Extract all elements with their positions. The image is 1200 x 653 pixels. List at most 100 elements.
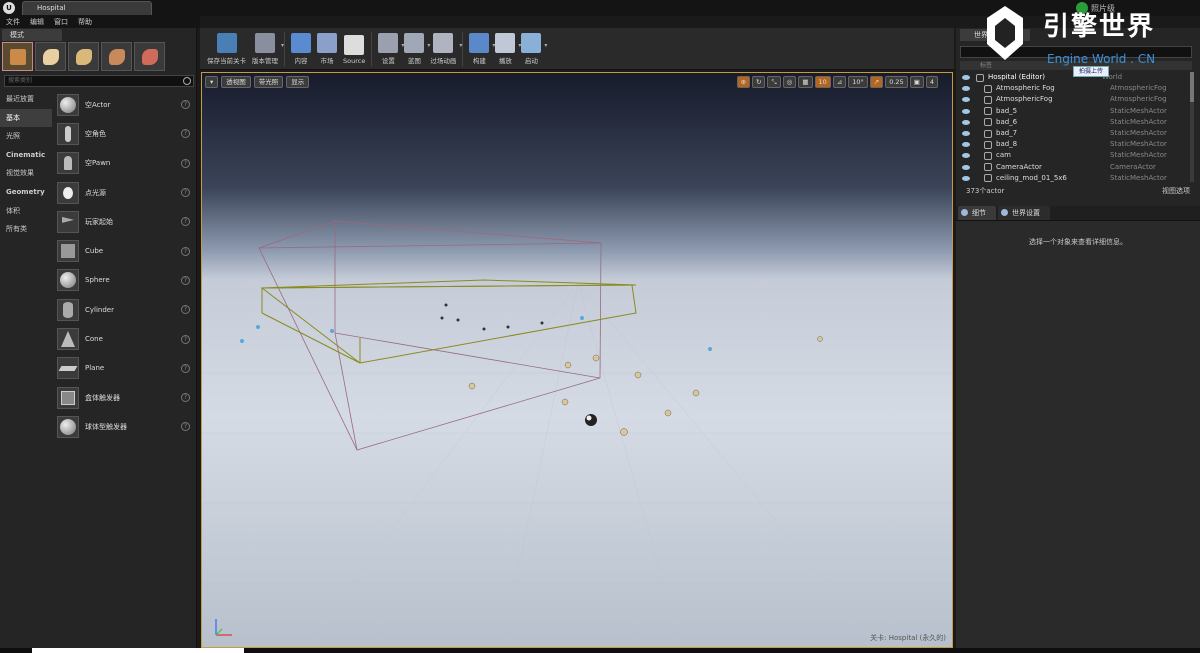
category-7[interactable]: 所有类 bbox=[0, 220, 52, 239]
viewport-control-11[interactable]: 4 bbox=[925, 76, 938, 88]
view-options-button[interactable]: 视图选项 bbox=[1162, 186, 1190, 196]
toolbar-button-9[interactable]: 过场动画 ▾ bbox=[427, 28, 462, 68]
toolbar-button-0[interactable]: 保存当前关卡 bbox=[204, 28, 249, 68]
viewport-control-4[interactable]: ▦ bbox=[798, 76, 813, 88]
visibility-eye-icon[interactable] bbox=[962, 75, 970, 81]
place-item-0[interactable]: 空Actor? bbox=[54, 90, 194, 119]
toolbar-button-3[interactable]: 内容 bbox=[288, 28, 314, 68]
place-item-4[interactable]: 玩家起始? bbox=[54, 207, 194, 236]
chevron-down-icon[interactable]: ▾ bbox=[281, 42, 284, 49]
toolbar-button-13[interactable]: 启动 ▾ bbox=[518, 28, 547, 68]
viewport-control-10[interactable]: ▣ bbox=[909, 76, 924, 88]
viewport-button-0[interactable]: 透视图 bbox=[221, 76, 251, 88]
mode-button[interactable] bbox=[68, 42, 99, 71]
place-item-9[interactable]: Plane? bbox=[54, 354, 194, 383]
place-item-1[interactable]: 空角色? bbox=[54, 119, 194, 148]
outliner-row[interactable]: bad_8 StaticMeshActor bbox=[960, 139, 1186, 150]
mode-button[interactable] bbox=[35, 42, 66, 71]
viewport-control-1[interactable]: ↻ bbox=[752, 76, 766, 88]
viewport-menu-button[interactable]: ▾ bbox=[205, 76, 219, 88]
place-item-3[interactable]: 点光源? bbox=[54, 178, 194, 207]
menu-item[interactable]: 文件 bbox=[6, 16, 20, 28]
help-icon[interactable]: ? bbox=[181, 422, 190, 432]
visibility-eye-icon[interactable] bbox=[962, 164, 970, 170]
viewport-control-7[interactable]: 10° bbox=[848, 76, 868, 88]
menu-item[interactable]: 编辑 bbox=[30, 16, 44, 28]
category-2[interactable]: 光照 bbox=[0, 127, 52, 146]
details-tab-0[interactable]: 细节 bbox=[958, 206, 996, 220]
help-icon[interactable]: ? bbox=[181, 393, 190, 403]
search-input[interactable]: 搜索类别 bbox=[4, 75, 194, 87]
document-tab[interactable]: Hospital bbox=[22, 1, 152, 15]
outliner-scrollbar[interactable] bbox=[1190, 72, 1194, 182]
place-item-11[interactable]: 球体型触发器? bbox=[54, 412, 194, 441]
chevron-down-icon[interactable]: ▾ bbox=[544, 42, 547, 49]
category-5[interactable]: Geometry bbox=[0, 183, 52, 202]
visibility-eye-icon[interactable] bbox=[962, 97, 970, 103]
category-3[interactable]: Cinematic bbox=[0, 146, 52, 165]
help-icon[interactable]: ? bbox=[181, 129, 190, 139]
help-icon[interactable]: ? bbox=[181, 275, 190, 285]
place-item-6[interactable]: Sphere? bbox=[54, 266, 194, 295]
viewport-control-5[interactable]: 10 bbox=[814, 76, 831, 88]
outliner-row[interactable]: ceiling_mod_01_5x6 StaticMeshActor bbox=[960, 173, 1186, 182]
help-icon[interactable]: ? bbox=[181, 334, 190, 344]
place-item-2[interactable]: 空Pawn? bbox=[54, 149, 194, 178]
viewport-control-9[interactable]: 0.25 bbox=[885, 76, 908, 88]
toolbar-button-1[interactable]: 版本管理 ▾ bbox=[249, 28, 284, 68]
toolbar-button-8[interactable]: 蓝图 ▾ bbox=[401, 28, 430, 68]
help-icon[interactable]: ? bbox=[181, 188, 190, 198]
modes-tab[interactable]: 模式 bbox=[2, 29, 62, 41]
outliner-row[interactable]: bad_7 StaticMeshActor bbox=[960, 128, 1186, 139]
viewport-control-8[interactable]: ↗ bbox=[869, 76, 884, 88]
unreal-logo-icon[interactable]: U bbox=[3, 2, 15, 14]
help-icon[interactable]: ? bbox=[181, 100, 190, 110]
viewport-control-2[interactable]: ⤡ bbox=[767, 76, 781, 88]
outliner-row[interactable]: Atmospheric Fog AtmosphericFog bbox=[960, 83, 1186, 94]
outliner-row[interactable]: bad_6 StaticMeshActor bbox=[960, 117, 1186, 128]
toolbar-button-12[interactable]: 播放 ▾ bbox=[492, 28, 521, 68]
menu-item[interactable]: 帮助 bbox=[78, 16, 92, 28]
place-item-10[interactable]: 盒体触发器? bbox=[54, 383, 194, 412]
toolbar-button-4[interactable]: 市场 bbox=[314, 28, 340, 68]
toolbar-button-11[interactable]: 构建 ▾ bbox=[466, 28, 495, 68]
mode-button[interactable] bbox=[134, 42, 165, 71]
scrollbar-thumb[interactable] bbox=[1190, 72, 1194, 102]
outliner-row[interactable]: bad_5 StaticMeshActor bbox=[960, 106, 1186, 117]
menu-item[interactable]: 窗口 bbox=[54, 16, 68, 28]
chevron-down-icon[interactable]: ▾ bbox=[459, 42, 462, 49]
visibility-eye-icon[interactable] bbox=[962, 119, 970, 125]
level-viewport[interactable]: ▾ 透视图 带光照 显示 ⊕ ↻ ⤡ ◎ ▦ 10 ⊿ 10° ↗ 0.25 ▣ 4 关卡: Hospita… bbox=[201, 72, 953, 648]
viewport-button-2[interactable]: 显示 bbox=[286, 76, 310, 88]
mode-button[interactable] bbox=[101, 42, 132, 71]
visibility-eye-icon[interactable] bbox=[962, 175, 970, 181]
upload-button[interactable]: 拍摄上传 bbox=[1073, 66, 1109, 77]
help-icon[interactable]: ? bbox=[181, 217, 190, 227]
viewport-control-3[interactable]: ◎ bbox=[782, 76, 797, 88]
outliner-row[interactable]: cam StaticMeshActor bbox=[960, 150, 1186, 161]
toolbar-button-5[interactable]: Source bbox=[340, 28, 368, 68]
viewport-control-6[interactable]: ⊿ bbox=[832, 76, 847, 88]
place-item-8[interactable]: Cone? bbox=[54, 324, 194, 353]
details-tab-1[interactable]: 世界设置 bbox=[998, 206, 1050, 220]
visibility-eye-icon[interactable] bbox=[962, 142, 970, 148]
toolbar-button-7[interactable]: 设置 ▾ bbox=[375, 28, 404, 68]
viewport-button-1[interactable]: 带光照 bbox=[253, 76, 284, 88]
visibility-eye-icon[interactable] bbox=[962, 153, 970, 159]
help-icon[interactable]: ? bbox=[181, 305, 190, 315]
visibility-eye-icon[interactable] bbox=[962, 108, 970, 114]
category-0[interactable]: 最近放置 bbox=[0, 90, 52, 109]
outliner-row[interactable]: CameraActor CameraActor bbox=[960, 162, 1186, 173]
place-item-7[interactable]: Cylinder? bbox=[54, 295, 194, 324]
mode-button[interactable] bbox=[2, 42, 33, 71]
category-1[interactable]: 基本 bbox=[0, 108, 52, 128]
help-icon[interactable]: ? bbox=[181, 158, 190, 168]
category-6[interactable]: 体积 bbox=[0, 202, 52, 221]
help-icon[interactable]: ? bbox=[181, 363, 190, 373]
outliner-row[interactable]: AtmosphericFog AtmosphericFog bbox=[960, 94, 1186, 105]
help-icon[interactable]: ? bbox=[181, 246, 190, 256]
viewport-control-0[interactable]: ⊕ bbox=[736, 76, 751, 88]
place-item-5[interactable]: Cube? bbox=[54, 236, 194, 265]
visibility-eye-icon[interactable] bbox=[962, 86, 970, 92]
visibility-eye-icon[interactable] bbox=[962, 131, 970, 137]
